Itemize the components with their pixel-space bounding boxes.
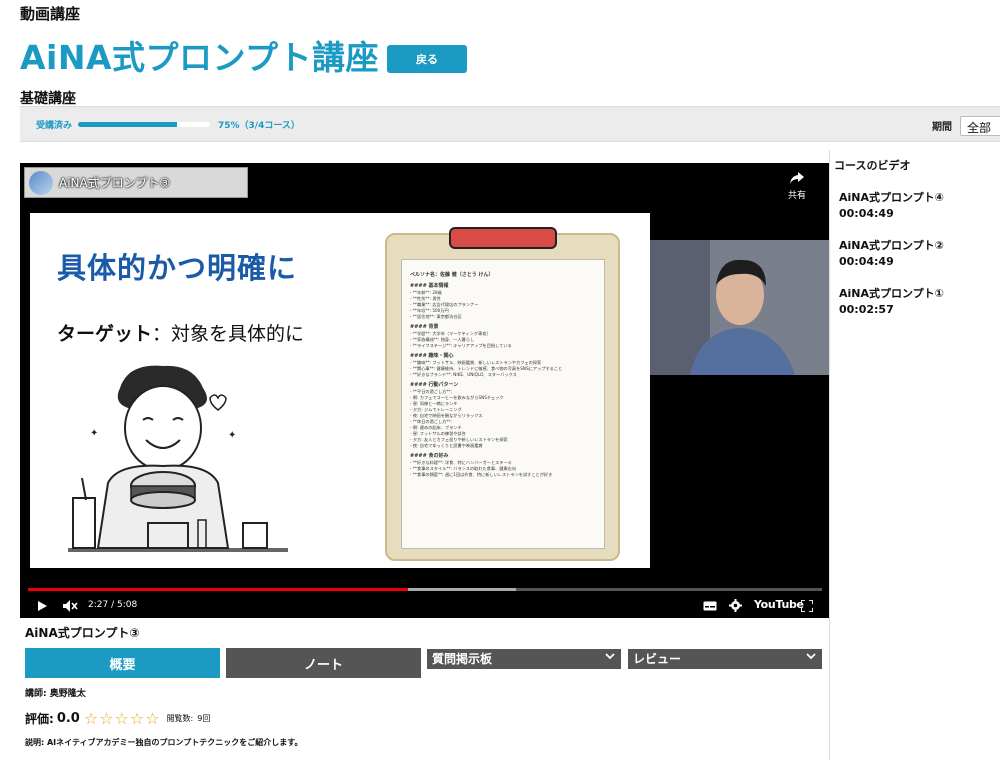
mute-icon[interactable] [62,599,78,613]
chevron-down-icon [806,653,816,660]
clipboard-text-line: - **食事の頻度**: 週に1回は外食、特に新しいレストランを試すことが好き [410,472,553,477]
video-overlay-title[interactable]: AiNA式プロンプト③ [59,174,170,191]
slide-target: ターゲット：対象を具体的に [57,319,304,346]
section-title: 動画講座 [20,5,81,23]
captions-icon[interactable] [703,601,717,611]
sidebar-video-title: AiNA式プロンプト① [839,287,944,300]
star-icon[interactable]: ☆ [99,709,113,728]
back-button[interactable]: 戻る [387,45,468,73]
rating-row: 評価: 0.0 ☆☆☆☆☆ 閲覧数: 9回 [25,709,210,728]
video-player[interactable]: 具体的かつ明確に ターゲット：対象を具体的に ✦ ✦ ペルソナ名：佐藤 健（さと… [20,163,829,618]
clipboard-text-line: - 夜: 自宅でゆっくりと読書や映画鑑賞 [410,443,483,448]
star-icon[interactable]: ☆ [130,709,144,728]
video-title: AiNA式プロンプト③ [25,626,140,640]
sidebar-video-title: AiNA式プロンプト② [839,239,944,252]
channel-logo-icon [29,170,53,195]
tab-overview[interactable]: 概要 [25,648,220,678]
clipboard-clip [449,227,557,249]
views-label: 閲覧数: [166,714,194,723]
progress-track [78,122,210,127]
progress-text: 75%（3/4コース） [218,121,300,131]
course-title: AiNA式プロンプト講座 [20,38,380,77]
subcourse-title: 基礎講座 [20,91,76,107]
sidebar-video-duration: 00:04:49 [839,207,894,220]
qa-board-label: 質問掲示板 [432,652,493,666]
settings-gear-icon[interactable] [729,599,742,612]
youtube-logo[interactable]: YouTube [754,598,804,611]
sidebar-video-item[interactable]: AiNA式プロンプト② 00:04:49 [839,238,989,270]
video-description: 説明: AIネイティブアカデミー独自のプロンプトテクニックをご紹介します。 [25,738,303,747]
progress-fill [78,122,177,127]
star-icon[interactable]: ☆ [84,709,98,728]
tab-note[interactable]: ノート [226,648,421,678]
player-controls: 2:27 / 5:08 YouTube [20,595,829,617]
webcam-image [650,240,829,375]
clipboard-text-line: #### 食の好み [410,453,449,459]
course-title-row: AiNA式プロンプト講座 戻る [20,38,468,78]
clipboard-text-line: - **ライフステージ**: キャリアアップを目指している [410,343,512,348]
review-label: レビュー [633,652,682,666]
clipboard-page: ペルソナ名：佐藤 健（さとう けん） #### 基本情報 - **年齢**: 28歳… [401,259,605,549]
share-icon [790,172,804,184]
share-label: 共有 [787,191,806,201]
slide-target-text: ：対象を具体的に [152,323,305,345]
burger-man-illustration: ✦ ✦ [68,365,288,552]
progress-label: 受講済み [36,121,73,131]
sidebar-title: コースのビデオ [834,159,911,172]
clipboard-text-line: #### 趣味・関心 [410,353,454,359]
clipboard-text-line: #### 背景 [410,324,439,330]
chevron-down-icon [605,653,615,660]
share-button[interactable]: 共有 [786,171,808,201]
slide-heading: 具体的かつ明確に [57,251,298,285]
instructor-name: 講師: 奥野隆太 [25,689,86,699]
play-icon[interactable] [36,600,48,612]
course-progress-area: 受講済み 75%（3/4コース） 期間 全部 [20,106,1000,142]
clipboard-text-line: ペルソナ名：佐藤 健（さとう けん） [410,272,494,278]
sidebar-video-item[interactable]: AiNA式プロンプト① 00:02:57 [839,286,989,318]
sidebar-video-duration: 00:02:57 [839,303,894,316]
channel-logo[interactable]: AiNA式プロンプト③ [24,167,248,198]
clipboard-illustration: ペルソナ名：佐藤 健（さとう けん） #### 基本情報 - **年齢**: 28歳… [385,227,620,561]
fullscreen-icon[interactable] [801,600,813,612]
clipboard-text-line: - **好きなブランド**: NIKE、UNIQLO、スターバックス [410,372,517,377]
video-played-bar [28,588,408,591]
period-label: 期間 [932,122,952,133]
qa-board-dropdown[interactable]: 質問掲示板 [427,649,621,669]
rating-label: 評価: [25,712,54,726]
slide-target-label: ターゲット [57,323,153,345]
sidebar-video-title: AiNA式プロンプト④ [839,191,944,204]
svg-text:✦: ✦ [228,430,236,441]
clipboard-text-line: #### 行動パターン [410,382,459,388]
video-slide: 具体的かつ明確に ターゲット：対象を具体的に ✦ ✦ ペルソナ名：佐藤 健（さと… [30,213,650,568]
clipboard-text-line: - **居住地**: 東京都渋谷区 [410,314,462,319]
period-select[interactable]: 全部 [960,116,1000,136]
review-dropdown[interactable]: レビュー [628,649,822,669]
sidebar-video-duration: 00:04:49 [839,255,894,268]
course-videos-sidebar: コースのビデオ AiNA式プロンプト④ 00:04:49 AiNA式プロンプト②… [829,150,1000,760]
star-icon[interactable]: ☆ [145,709,159,728]
time-display: 2:27 / 5:08 [88,600,138,610]
instructor-webcam [650,240,829,375]
sidebar-video-item[interactable]: AiNA式プロンプト④ 00:04:49 [839,190,989,222]
views-value: 9回 [197,714,211,723]
star-icon[interactable]: ☆ [115,709,129,728]
rating-value: 0.0 [56,711,80,726]
clipboard-text-line: #### 基本情報 [410,283,449,289]
svg-text:✦: ✦ [90,428,98,439]
rating-stars: ☆☆☆☆☆ [84,709,161,728]
